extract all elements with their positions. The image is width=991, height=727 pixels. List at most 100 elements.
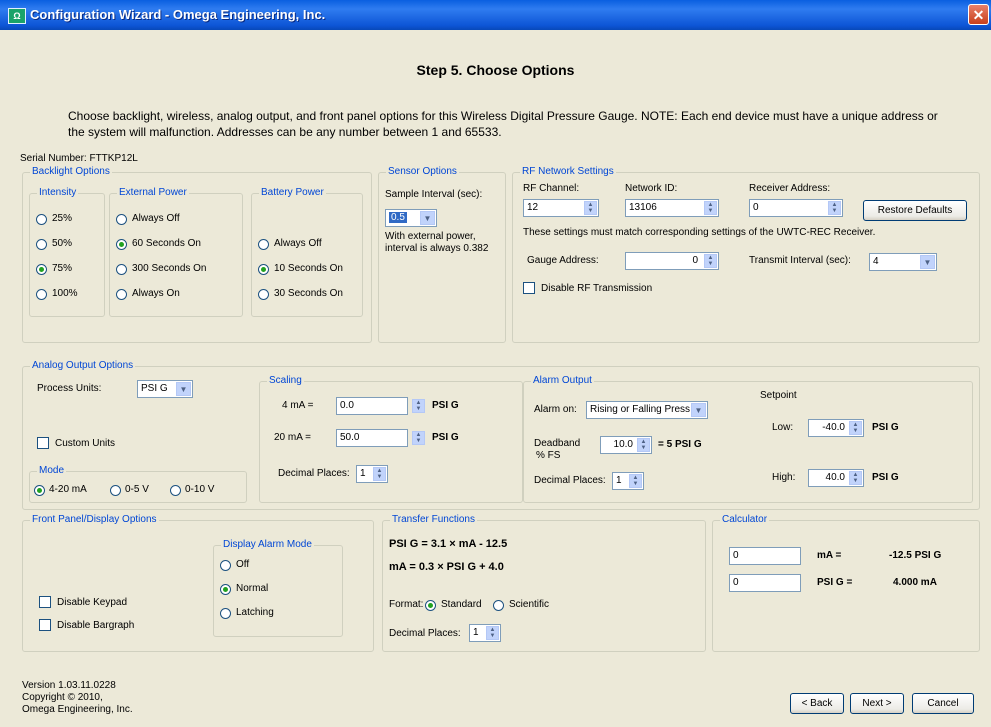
calc-result-psi: -12.5 PSI G xyxy=(889,550,942,561)
ext-always-on-label[interactable]: Always On xyxy=(132,288,180,299)
battery-power-legend: Battery Power xyxy=(259,187,326,198)
spinner-icon[interactable]: ▲ ▼ xyxy=(849,421,862,435)
scaling-decimal-input[interactable]: 1 ▲ ▼ xyxy=(356,465,388,483)
ext-always-on-radio[interactable] xyxy=(116,289,127,300)
mode-0-5v-label[interactable]: 0-5 V xyxy=(125,484,149,495)
bat-30s-radio[interactable] xyxy=(258,289,269,300)
ext-300s-radio[interactable] xyxy=(116,264,127,275)
intensity-50-label[interactable]: 50% xyxy=(52,238,72,249)
calc-label-ma: mA = xyxy=(817,550,842,561)
transmit-interval-select[interactable]: 4 ▼ xyxy=(869,253,937,271)
low-setpoint-input[interactable]: -40.0 ▲ ▼ xyxy=(808,419,864,437)
intensity-75-radio[interactable] xyxy=(36,264,47,275)
bat-30s-label[interactable]: 30 Seconds On xyxy=(274,288,343,299)
ma20-input[interactable]: 50.0 xyxy=(336,429,408,447)
scaling-group: Scaling 4 mA = 0.0 ▲ ▼ PSI G 20 mA = 50.0… xyxy=(259,375,523,503)
intensity-25-radio[interactable] xyxy=(36,214,47,225)
intensity-50-radio[interactable] xyxy=(36,239,47,250)
bat-10s-label[interactable]: 10 Seconds On xyxy=(274,263,343,274)
alarm-mode-latching-radio[interactable] xyxy=(220,608,231,619)
back-button[interactable]: < Back xyxy=(790,693,844,714)
transfer-decimal-input[interactable]: 1 ▲ ▼ xyxy=(469,624,501,642)
network-id-input[interactable]: 13106 ▲ ▼ xyxy=(625,199,719,217)
mode-0-10v-label[interactable]: 0-10 V xyxy=(185,484,214,495)
intensity-25-label[interactable]: 25% xyxy=(52,213,72,224)
alarm-mode-off-radio[interactable] xyxy=(220,560,231,571)
alarm-mode-normal-radio[interactable] xyxy=(220,584,231,595)
rf-channel-input[interactable]: 12 ▲ ▼ xyxy=(523,199,599,217)
spinner-icon[interactable]: ▲ ▼ xyxy=(629,474,642,488)
mode-4-20ma-label[interactable]: 4-20 mA xyxy=(49,484,87,495)
gauge-address-label: Gauge Address: xyxy=(527,255,599,266)
mode-0-10v-radio[interactable] xyxy=(170,485,181,496)
spinner-icon[interactable]: ▲ ▼ xyxy=(849,471,862,485)
alarm-mode-latching-label[interactable]: Latching xyxy=(236,607,274,618)
close-icon[interactable]: ✕ xyxy=(968,4,989,25)
title-bar[interactable]: Ω Configuration Wizard - Omega Engineeri… xyxy=(0,0,991,30)
calc-input-psi[interactable]: 0 xyxy=(729,574,801,592)
ma4-input[interactable]: 0.0 xyxy=(336,397,408,415)
chevron-down-icon[interactable]: ▼ xyxy=(920,255,935,269)
transmit-interval-value: 4 xyxy=(873,256,879,267)
format-standard-label[interactable]: Standard xyxy=(441,599,482,610)
restore-defaults-button[interactable]: Restore Defaults xyxy=(863,200,967,221)
format-scientific-radio[interactable] xyxy=(493,600,504,611)
chevron-down-icon[interactable]: ▼ xyxy=(420,211,435,225)
rf-settings-note: These settings must match corresponding … xyxy=(523,227,876,238)
spinner-icon[interactable]: ▲ ▼ xyxy=(412,431,425,445)
spinner-icon[interactable]: ▲ ▼ xyxy=(486,626,499,640)
disable-keypad-label[interactable]: Disable Keypad xyxy=(57,597,127,608)
custom-units-checkbox[interactable] xyxy=(37,437,49,449)
spinner-icon[interactable]: ▲ ▼ xyxy=(412,399,425,413)
ma4-unit: PSI G xyxy=(432,400,459,411)
intensity-100-label[interactable]: 100% xyxy=(52,288,78,299)
gauge-address-input[interactable]: 0 ▲ ▼ xyxy=(625,252,719,270)
spinner-icon[interactable]: ▲ ▼ xyxy=(704,254,717,268)
spinner-icon[interactable]: ▲ ▼ xyxy=(637,438,650,452)
ext-60s-label[interactable]: 60 Seconds On xyxy=(132,238,201,249)
disable-bargraph-checkbox[interactable] xyxy=(39,619,51,631)
custom-units-label[interactable]: Custom Units xyxy=(55,438,115,449)
calc-input-ma[interactable]: 0 xyxy=(729,547,801,565)
intensity-100-radio[interactable] xyxy=(36,289,47,300)
ext-60s-radio[interactable] xyxy=(116,239,127,250)
deadband-input[interactable]: 10.0 ▲ ▼ xyxy=(600,436,652,454)
spinner-icon[interactable]: ▲ ▼ xyxy=(373,467,386,481)
chevron-down-icon[interactable]: ▼ xyxy=(176,382,191,396)
ext-always-off-radio[interactable] xyxy=(116,214,127,225)
ext-300s-label[interactable]: 300 Seconds On xyxy=(132,263,207,274)
disable-bargraph-label[interactable]: Disable Bargraph xyxy=(57,620,134,631)
analog-output-group: Analog Output Options Process Units: PSI… xyxy=(22,360,980,510)
format-standard-radio[interactable] xyxy=(425,600,436,611)
chevron-down-icon[interactable]: ▼ xyxy=(691,403,706,417)
alarm-on-select[interactable]: Rising or Falling Press ▼ xyxy=(586,401,708,419)
intensity-75-label[interactable]: 75% xyxy=(52,263,72,274)
backlight-options-group: Backlight Options Intensity 25% 50% 75% … xyxy=(22,166,372,343)
mode-4-20ma-radio[interactable] xyxy=(34,485,45,496)
process-units-select[interactable]: PSI G ▼ xyxy=(137,380,193,398)
high-setpoint-input[interactable]: 40.0 ▲ ▼ xyxy=(808,469,864,487)
bat-always-off-label[interactable]: Always Off xyxy=(274,238,322,249)
spinner-icon[interactable]: ▲ ▼ xyxy=(704,201,717,215)
receiver-address-input[interactable]: 0 ▲ ▼ xyxy=(749,199,843,217)
backlight-options-legend: Backlight Options xyxy=(30,166,112,177)
disable-keypad-checkbox[interactable] xyxy=(39,596,51,608)
alarm-mode-normal-label[interactable]: Normal xyxy=(236,583,268,594)
cancel-button[interactable]: Cancel xyxy=(912,693,974,714)
spinner-icon[interactable]: ▲ ▼ xyxy=(584,201,597,215)
calc-result-ma: 4.000 mA xyxy=(893,577,937,588)
alarm-decimal-input[interactable]: 1 ▲ ▼ xyxy=(612,472,644,490)
disable-rf-checkbox[interactable] xyxy=(523,282,535,294)
mode-0-5v-radio[interactable] xyxy=(110,485,121,496)
disable-rf-label[interactable]: Disable RF Transmission xyxy=(541,283,652,294)
bat-always-off-radio[interactable] xyxy=(258,239,269,250)
ext-always-off-label[interactable]: Always Off xyxy=(132,213,180,224)
bat-10s-radio[interactable] xyxy=(258,264,269,275)
next-button[interactable]: Next > xyxy=(850,693,904,714)
intensity-group: Intensity 25% 50% 75% 100% xyxy=(29,187,105,317)
format-scientific-label[interactable]: Scientific xyxy=(509,599,549,610)
alarm-mode-off-label[interactable]: Off xyxy=(236,559,249,570)
sample-interval-note: With external power, interval is always … xyxy=(385,231,489,254)
sample-interval-select[interactable]: 0.5 ▼ xyxy=(385,209,437,227)
spinner-icon[interactable]: ▲ ▼ xyxy=(828,201,841,215)
